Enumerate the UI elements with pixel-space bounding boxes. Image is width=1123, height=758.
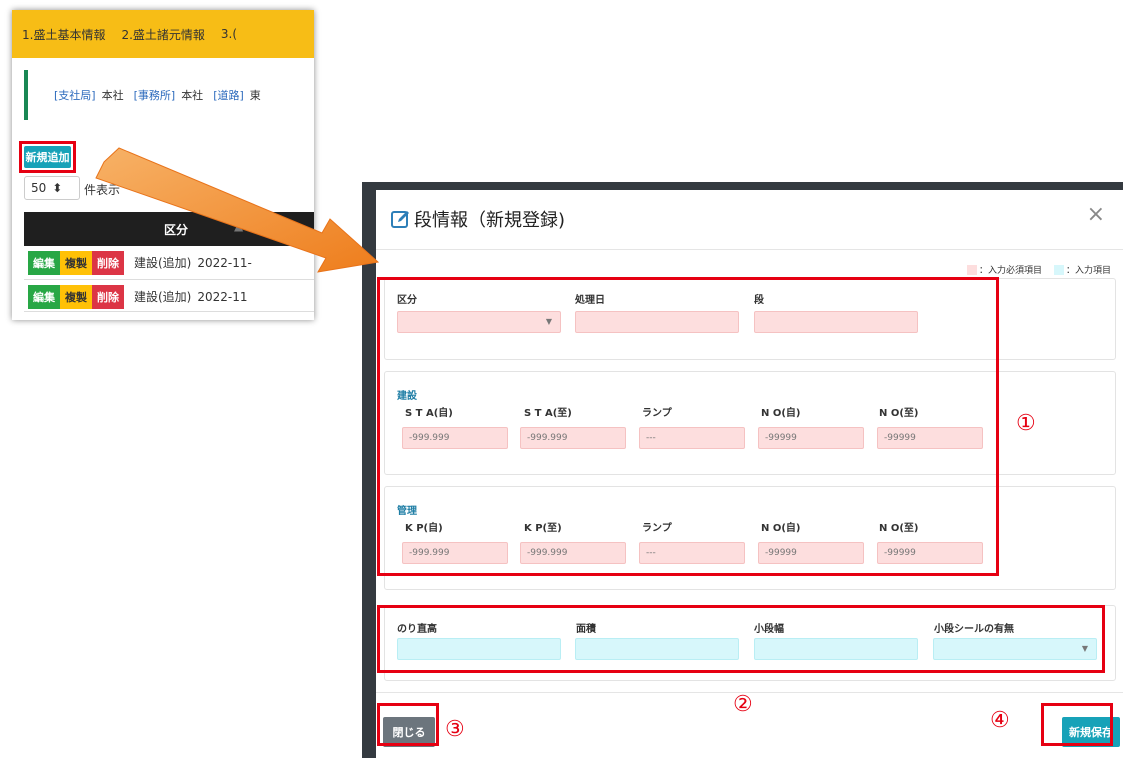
marker-3: ③ — [445, 717, 465, 742]
info-key-office[interactable]: [事務所] — [134, 87, 176, 103]
modal-header: 段情報（新規登録) × — [376, 190, 1123, 250]
tab-bar: 1.盛土基本情報 2.盛土諸元情報 3.( — [12, 10, 314, 58]
legend-required: ：入力必須項目 — [978, 266, 1042, 276]
edit-button[interactable]: 編集 — [28, 284, 60, 309]
sort-icon: ⬍ — [52, 181, 63, 195]
table-row: 編集 複製 削除 建設(追加) 2022-11- — [24, 246, 314, 280]
copy-button[interactable]: 複製 — [60, 250, 92, 275]
cell-kubun: 建設(追加) — [134, 290, 192, 304]
modal-title: 段情報（新規登録) — [414, 210, 566, 231]
tab-spec-info[interactable]: 2.盛土諸元情報 — [121, 26, 204, 43]
optional-swatch — [1053, 264, 1064, 275]
copy-button[interactable]: 複製 — [60, 284, 92, 309]
info-value-branch: 本社 — [101, 89, 124, 102]
manual-figure: 1.盛土基本情報 2.盛土諸元情報 3.( [支社局] 本社 [事務所] 本社 … — [0, 0, 1123, 758]
tab-third[interactable]: 3.( — [221, 27, 237, 41]
page-size-label: 件表示 — [84, 183, 121, 197]
cell-kubun: 建設(追加) — [134, 256, 192, 270]
delete-button[interactable]: 削除 — [92, 250, 124, 275]
info-value-office: 本社 — [181, 89, 204, 102]
highlight-add-button — [19, 141, 76, 173]
info-key-branch[interactable]: [支社局] — [54, 87, 96, 103]
column-header-date[interactable]: 処理 — [270, 221, 294, 238]
highlight-save-button — [1041, 703, 1113, 746]
edit-icon — [391, 211, 409, 228]
edit-button[interactable]: 編集 — [28, 250, 60, 275]
cell-date: 2022-11- — [197, 255, 252, 270]
marker-1: ① — [1016, 411, 1036, 436]
marker-4: ④ — [990, 708, 1010, 733]
page-size-value: 50 — [31, 181, 47, 195]
tab-basic-info[interactable]: 1.盛土基本情報 — [22, 26, 105, 43]
table-row: 編集 複製 削除 建設(追加) 2022-11 — [24, 282, 314, 312]
info-value-road: 東 — [249, 89, 261, 102]
sort-icon[interactable]: ▲▼ — [234, 219, 252, 233]
table-header: 区分 ▲▼ 処理 — [24, 212, 314, 246]
column-header-kubun[interactable]: 区分 — [164, 221, 188, 238]
marker-2: ② — [733, 692, 753, 717]
legend-optional: ：入力項目 — [1065, 266, 1111, 276]
close-icon[interactable]: × — [1087, 202, 1105, 227]
field-legend: ：入力必須項目 ：入力項目 — [966, 263, 1111, 276]
highlight-optional-fields — [377, 605, 1105, 673]
required-swatch — [966, 264, 977, 275]
page-size-select[interactable]: 50 ⬍ — [24, 176, 80, 200]
highlight-close-button — [377, 703, 439, 746]
location-info-bar: [支社局] 本社 [事務所] 本社 [道路] 東 — [24, 70, 324, 120]
delete-button[interactable]: 削除 — [92, 284, 124, 309]
info-key-road[interactable]: [道路] — [213, 87, 244, 103]
cell-date: 2022-11 — [197, 289, 248, 304]
highlight-required-fields — [377, 277, 999, 576]
